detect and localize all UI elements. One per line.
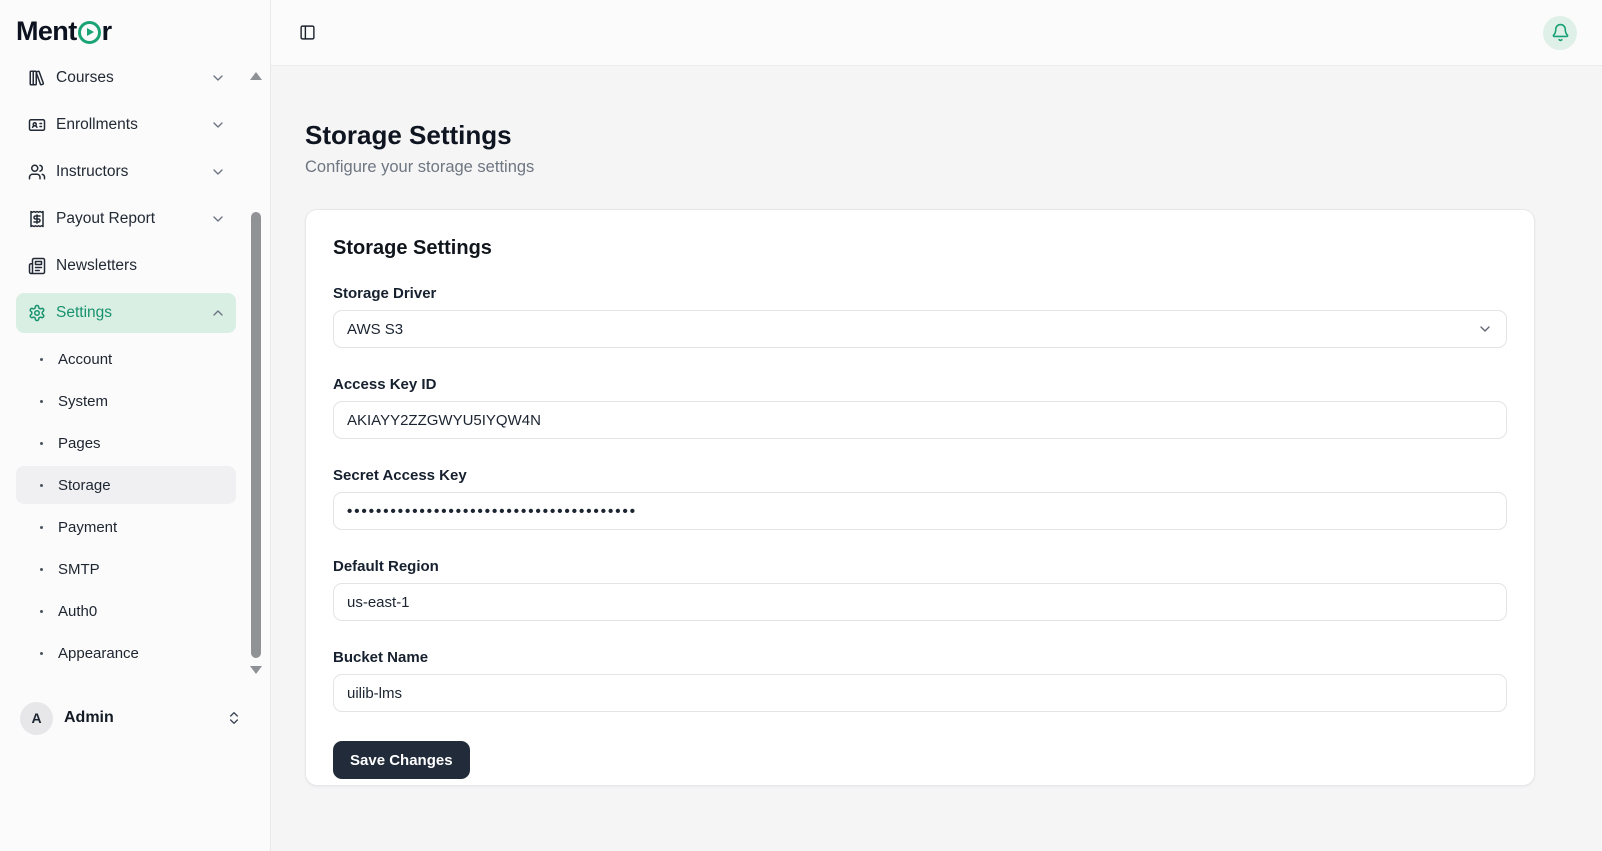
secret-key-field: Secret Access Key [333, 467, 1507, 530]
secret-key-label: Secret Access Key [333, 467, 467, 484]
chevron-down-icon [213, 75, 223, 81]
sidebar-nav: Courses Enrollments Instructors Payout R… [0, 62, 270, 686]
page-subtitle: Configure your storage settings [305, 158, 535, 176]
brand-text-suffix: r [101, 15, 113, 46]
sidebar-subitem-account[interactable]: Account [16, 340, 236, 378]
sidebar-item-label: Enrollments [56, 116, 138, 133]
chevrons-up-down-icon [230, 712, 238, 724]
storage-driver-label: Storage Driver [333, 285, 437, 302]
bullet-icon [40, 399, 43, 403]
sidebar-subitem-auth0[interactable]: Auth0 [16, 592, 236, 630]
users-icon [28, 164, 46, 180]
scroll-up-arrow-icon[interactable] [250, 72, 262, 80]
id-card-icon [28, 119, 46, 131]
sidebar-item-newsletters[interactable]: Newsletters [16, 246, 236, 286]
storage-driver-value: AWS S3 [347, 320, 404, 338]
sidebar-item-settings[interactable]: Settings [16, 293, 236, 333]
bullet-icon [40, 483, 43, 487]
chevron-down-icon [1480, 326, 1490, 332]
page-title: Storage Settings [305, 120, 512, 150]
sidebar-item-label: Instructors [56, 163, 129, 180]
bell-icon [1552, 23, 1568, 42]
brand-text-prefix: Ment [16, 15, 77, 46]
library-icon [29, 70, 45, 86]
default-region-label: Default Region [333, 558, 439, 575]
scroll-down-arrow-icon[interactable] [250, 666, 262, 674]
user-menu-button[interactable]: A Admin [12, 690, 258, 746]
bullet-icon [40, 609, 43, 613]
avatar: A [20, 701, 53, 735]
storage-settings-card: Storage Settings Storage Driver AWS S3 A… [305, 209, 1535, 786]
storage-driver-select[interactable]: AWS S3 [333, 310, 1507, 348]
main-area: Storage Settings Configure your storage … [271, 0, 1602, 851]
sidebar-item-label: Payout Report [56, 210, 156, 227]
sidebar-subitem-system[interactable]: System [16, 382, 236, 420]
bullet-icon [40, 651, 43, 655]
sidebar-item-payout-report[interactable]: Payout Report [16, 199, 236, 239]
scrollbar-thumb[interactable] [251, 212, 261, 658]
save-changes-button[interactable]: Save Changes [333, 741, 470, 779]
app-root: Ment r Courses Enrollments Instructors Pa… [0, 0, 1602, 851]
sidebar-subitem-label: Account [58, 350, 113, 368]
sidebar-item-courses[interactable]: Courses [16, 62, 236, 98]
access-key-label: Access Key ID [333, 376, 437, 393]
sidebar-subitem-label: System [58, 392, 109, 410]
gear-icon [29, 304, 45, 322]
sidebar-subitem-appearance[interactable]: Appearance [16, 634, 236, 672]
storage-driver-field: Storage Driver AWS S3 [333, 285, 1507, 348]
default-region-field: Default Region [333, 558, 1507, 621]
bucket-name-field: Bucket Name [333, 649, 1507, 712]
sidebar-subitem-payment[interactable]: Payment [16, 508, 236, 546]
default-region-input[interactable] [333, 583, 1507, 621]
sidebar-subitem-label: SMTP [58, 560, 100, 578]
sidebar-subitem-label: Storage [58, 476, 111, 494]
receipt-icon [30, 210, 44, 228]
brand-logo: Ment r [0, 0, 270, 62]
bullet-icon [40, 567, 43, 571]
sidebar-scrollbar[interactable] [248, 72, 264, 676]
sidebar-toggle-button[interactable] [291, 17, 323, 49]
bullet-icon [40, 357, 43, 361]
bucket-name-input[interactable] [333, 674, 1507, 712]
access-key-field: Access Key ID [333, 376, 1507, 439]
chevron-down-icon [213, 216, 223, 222]
access-key-input[interactable] [333, 401, 1507, 439]
play-icon [77, 20, 101, 44]
sidebar-subitem-storage[interactable]: Storage [16, 466, 236, 504]
sidebar-item-label: Settings [56, 304, 113, 321]
sidebar-subitem-label: Pages [58, 434, 101, 452]
avatar-initial: A [31, 710, 42, 726]
sidebar-subitem-pages[interactable]: Pages [16, 424, 236, 462]
sidebar-subitem-label: Appearance [58, 644, 139, 662]
topbar [271, 0, 1602, 66]
user-name: Admin [64, 709, 114, 726]
sidebar-item-label: Courses [56, 69, 114, 86]
bucket-name-label: Bucket Name [333, 649, 429, 666]
newspaper-icon [28, 257, 46, 275]
chevron-down-icon [213, 169, 223, 175]
sidebar-subitem-label: Auth0 [58, 602, 98, 620]
sidebar-item-enrollments[interactable]: Enrollments [16, 105, 236, 145]
sidebar-subitem-label: Payment [58, 518, 118, 536]
notifications-button[interactable] [1543, 15, 1577, 50]
bullet-icon [40, 525, 43, 529]
chevron-up-icon [213, 310, 223, 316]
sidebar: Ment r Courses Enrollments Instructors Pa… [0, 0, 271, 851]
panel-left-icon [299, 25, 315, 40]
bullet-icon [40, 441, 43, 445]
sidebar-subitem-smtp[interactable]: SMTP [16, 550, 236, 588]
sidebar-item-instructors[interactable]: Instructors [16, 152, 236, 192]
sidebar-item-label: Newsletters [56, 257, 137, 274]
content-area: Storage Settings Configure your storage … [271, 66, 1602, 851]
card-title: Storage Settings [333, 237, 492, 259]
secret-key-input[interactable] [333, 492, 1507, 530]
chevron-down-icon [213, 122, 223, 128]
